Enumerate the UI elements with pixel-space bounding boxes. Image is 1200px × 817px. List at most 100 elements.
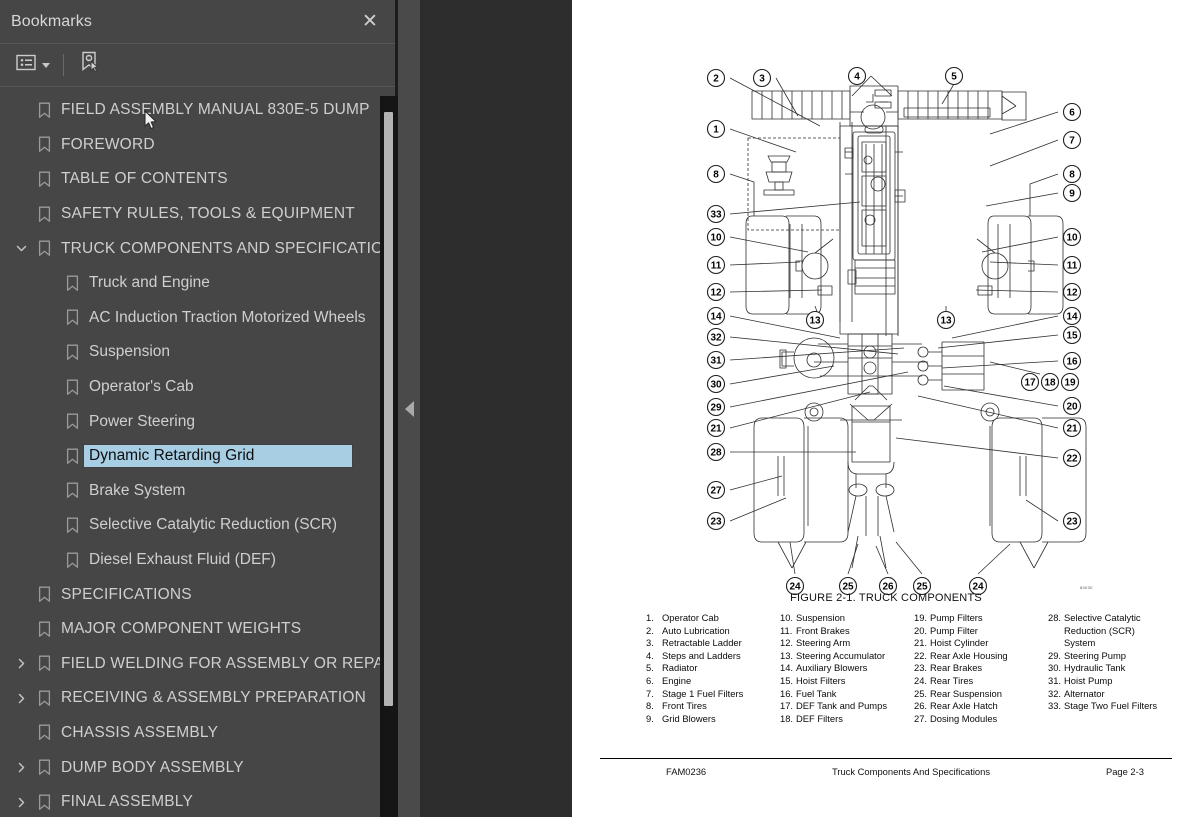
bookmark-item[interactable]: Power Steering: [0, 404, 395, 439]
legend-item-label: Front Tires: [662, 700, 707, 712]
callout-bubble: 33: [706, 204, 726, 224]
callout-bubble: 2: [706, 68, 726, 88]
bookmark-label: CHASSIS ASSEMBLY: [61, 723, 219, 741]
chevron-right-icon[interactable]: [10, 657, 32, 670]
legend-item-number: 24.: [914, 674, 928, 686]
bookmark-item[interactable]: AC Induction Traction Motorized Wheels: [0, 301, 395, 336]
callout-bubble: 21: [706, 418, 726, 438]
callout-bubble: 10: [706, 227, 726, 247]
callout-bubble: 14: [1062, 306, 1082, 326]
callout-number: 17: [1024, 378, 1036, 389]
legend-item-label: Front Brakes: [796, 624, 850, 636]
pdf-page[interactable]: 2 3 4 5 6 7 1 8 8 9 33 10 10 11 11 12 12 14 14 13 13 32 15 31 16…: [572, 0, 1200, 817]
legend-item: 8. Front Tires: [646, 700, 780, 713]
bookmark-item[interactable]: TRUCK COMPONENTS AND SPECIFICATIONS: [0, 231, 395, 266]
chevron-right-icon[interactable]: [10, 761, 32, 774]
bookmark-item[interactable]: TABLE OF CONTENTS: [0, 162, 395, 197]
bookmark-item[interactable]: Brake System: [0, 474, 395, 509]
legend-item-number: 17.: [780, 700, 794, 712]
bookmarks-scrollbar[interactable]: [380, 96, 398, 817]
legend-item-label: Rear Tires: [930, 674, 974, 686]
legend-item-label: Operator Cab: [662, 612, 719, 623]
chevron-down-icon[interactable]: [10, 242, 32, 255]
callout-bubble: 32: [706, 327, 726, 347]
legend-item-label: DEF Tank and Pumps: [796, 700, 888, 712]
bookmark-label: Dynamic Retarding Grid: [83, 444, 353, 469]
bookmark-item[interactable]: FOREWORD: [0, 128, 395, 163]
legend-item-label: Rear Brakes: [930, 662, 983, 674]
bookmark-item[interactable]: SPECIFICATIONS: [0, 577, 395, 612]
bookmark-label: RECEIVING & ASSEMBLY PREPARATION: [61, 689, 367, 707]
legend-item: 30. Hydraulic Tank: [1048, 662, 1166, 675]
callout-number: 18: [1044, 378, 1056, 389]
callout-number: 8: [713, 170, 719, 181]
bookmark-item[interactable]: Operator's Cab: [0, 370, 395, 405]
chevron-right-icon[interactable]: [10, 692, 32, 705]
bookmark-item[interactable]: Suspension: [0, 335, 395, 370]
bookmark-icon: [60, 413, 84, 430]
bookmark-icon: [32, 655, 56, 672]
legend-item-number: 7.: [646, 687, 654, 699]
legend-item: 15. Hoist Filters: [780, 675, 914, 688]
callout-bubble: 29: [706, 397, 726, 417]
bookmark-item[interactable]: Truck and Engine: [0, 266, 395, 301]
bookmark-label: SAFETY RULES, TOOLS & EQUIPMENT: [61, 205, 355, 223]
callout-bubble: 13: [936, 310, 956, 330]
bookmark-icon: [32, 690, 56, 707]
bookmark-item[interactable]: Dynamic Retarding Grid: [0, 439, 395, 474]
legend-item: 7. Stage 1 Fuel Filters: [646, 688, 780, 701]
chevron-right-icon[interactable]: [10, 796, 32, 809]
legend-item-number: 23.: [914, 662, 928, 674]
legend-item-label: DEF Filters: [796, 712, 843, 724]
bookmark-item[interactable]: Diesel Exhaust Fluid (DEF): [0, 543, 395, 578]
bookmark-item[interactable]: SAFETY RULES, TOOLS & EQUIPMENT: [0, 197, 395, 232]
panel-collapse-handle[interactable]: [398, 0, 420, 817]
bookmark-item[interactable]: FIELD WELDING FOR ASSEMBLY OR REPAIR: [0, 647, 395, 682]
callout-bubble: 28: [706, 442, 726, 462]
bookmark-options-button[interactable]: [12, 51, 54, 79]
legend-item-label: Steering Accumulator: [796, 649, 886, 661]
bookmark-item[interactable]: Selective Catalytic Reduction (SCR): [0, 508, 395, 543]
callout-layer: 2 3 4 56718 893310 1011 1112 1214 1413 1332 1531 16…: [706, 66, 1082, 596]
legend-item-label: Rear Axle Hatch: [930, 700, 998, 712]
bookmarks-tree[interactable]: FIELD ASSEMBLY MANUAL 830E-5 DUMP FOREWOR…: [0, 87, 395, 817]
bookmark-item[interactable]: MAJOR COMPONENT WEIGHTS: [0, 612, 395, 647]
bookmark-icon: [32, 759, 56, 776]
legend-item-label: Retractable Ladder: [662, 637, 742, 649]
callout-bubble: 14: [706, 306, 726, 326]
bookmark-label: AC Induction Traction Motorized Wheels: [89, 308, 366, 326]
bookmark-item[interactable]: CHASSIS ASSEMBLY: [0, 716, 395, 751]
bookmark-item[interactable]: FINAL ASSEMBLY: [0, 785, 395, 817]
close-icon[interactable]: ✕: [357, 9, 383, 35]
legend-column-4: 28. Selective Catalytic Reduction (SCR) Sys…: [1048, 612, 1166, 725]
legend-item-label: Engine: [662, 674, 692, 686]
bookmark-item[interactable]: DUMP BODY ASSEMBLY: [0, 750, 395, 785]
legend-item-number: 25.: [914, 687, 928, 699]
callout-bubble: 23: [706, 511, 726, 531]
legend-item-number: 9.: [646, 712, 654, 724]
new-bookmark-button[interactable]: [75, 48, 105, 82]
application-window: Bookmarks ✕ FIELD ASSEMBLY MANUAL 830E-5…: [0, 0, 1200, 817]
chevron-down-icon: [42, 62, 50, 68]
bookmark-icon: [32, 136, 56, 153]
callout-number: 15: [1066, 331, 1078, 342]
chevron-left-icon: [404, 400, 414, 417]
bookmark-item[interactable]: RECEIVING & ASSEMBLY PREPARATION: [0, 681, 395, 716]
bookmarks-toolbar: [0, 44, 395, 130]
legend-item: 20. Pump Filter: [914, 625, 1048, 638]
legend-item-number: 15.: [780, 674, 794, 686]
bookmarks-scrollbar-thumb[interactable]: [384, 112, 393, 706]
legend-item: 1. Operator Cab: [646, 612, 780, 625]
legend-item: 21. Hoist Cylinder: [914, 637, 1048, 650]
legend-item-label: Rear Axle Housing: [930, 649, 1008, 661]
legend-item-label: Suspension: [796, 612, 845, 623]
bookmark-icon: [60, 448, 84, 465]
legend-item-number: 26.: [914, 700, 928, 712]
legend-item-label: Radiator: [662, 662, 698, 674]
bookmark-icon: [60, 482, 84, 499]
bookmark-item[interactable]: FIELD ASSEMBLY MANUAL 830E-5 DUMP: [0, 93, 395, 128]
legend-item-label: Hydraulic Tank: [1064, 662, 1126, 674]
page-footer: FAM0236 Truck Components And Specificati…: [600, 766, 1172, 777]
callout-bubble: 9: [1062, 183, 1082, 203]
legend-item: 17. DEF Tank and Pumps: [780, 700, 914, 713]
